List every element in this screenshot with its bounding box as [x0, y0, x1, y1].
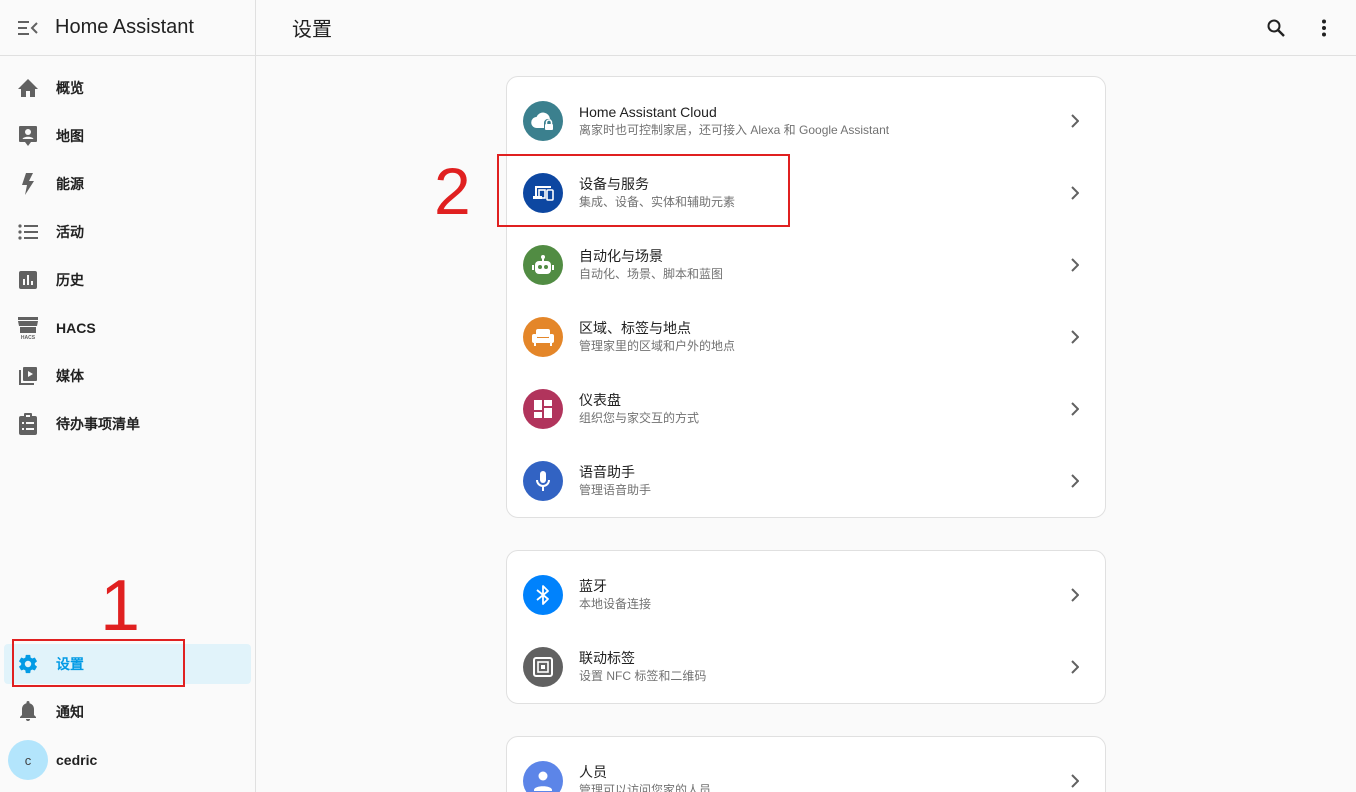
account-icon — [523, 761, 563, 792]
sidebar-item-label: 能源 — [56, 176, 84, 192]
settings-row-dashboards[interactable]: 仪表盘组织您与家交互的方式 — [507, 373, 1105, 445]
sidebar-item-energy[interactable]: 能源 — [0, 160, 255, 208]
chevron-right-icon — [1063, 469, 1087, 493]
sofa-icon — [523, 317, 563, 357]
user-name: cedric — [56, 752, 98, 768]
row-title: 区域、标签与地点 — [579, 320, 691, 336]
row-subtitle: 本地设备连接 — [579, 597, 652, 611]
sidebar-item-overview[interactable]: 概览 — [0, 64, 255, 112]
row-subtitle: 自动化、场景、脚本和蓝图 — [579, 267, 724, 281]
sidebar-item-todo[interactable]: 待办事项清单 — [0, 400, 255, 448]
page-title: 设置 — [292, 19, 332, 41]
settings-row-areas[interactable]: 区域、标签与地点管理家里的区域和户外的地点 — [507, 301, 1105, 373]
chevron-right-icon — [1063, 181, 1087, 205]
row-title: 蓝牙 — [579, 578, 607, 594]
app-title: Home Assistant — [55, 16, 194, 38]
sidebar-header: Home Assistant — [0, 0, 255, 56]
sidebar-item-label: 通知 — [56, 704, 84, 720]
map-account-icon — [16, 124, 40, 148]
annotation-step-1: 1 — [100, 566, 141, 646]
sidebar-item-label: 媒体 — [56, 368, 84, 384]
chevron-right-icon — [1063, 325, 1087, 349]
settings-card-main: Home Assistant Cloud 离家时也可控制家居，还可接入 Alexa… — [506, 76, 1106, 518]
annotation-box-devices — [497, 154, 790, 227]
bell-icon — [16, 700, 40, 724]
sidebar-item-media[interactable]: 媒体 — [0, 352, 255, 400]
settings-row-people[interactable]: 人员管理可以访问您家的人员 — [507, 745, 1105, 792]
row-title: 语音助手 — [579, 464, 635, 480]
sidebar-nav: 概览 地图 能源 活动 历史 HACS HACS 媒体 待办事项清单 — [0, 64, 255, 448]
row-subtitle: 管理家里的区域和户外的地点 — [579, 339, 736, 353]
bluetooth-icon — [523, 575, 563, 615]
avatar: c — [8, 740, 48, 780]
cloud-lock-icon — [523, 101, 563, 141]
row-subtitle: 管理可以访问您家的人员 — [579, 783, 712, 792]
sidebar-item-notifications[interactable]: 通知 — [0, 688, 255, 736]
lightning-bolt-icon — [16, 172, 40, 196]
sidebar-item-map[interactable]: 地图 — [0, 112, 255, 160]
row-subtitle: 设置 NFC 标签和二维码 — [579, 669, 707, 683]
top-bar: 设置 — [256, 0, 1356, 56]
play-box-multiple-icon — [16, 364, 40, 388]
nfc-tag-icon — [523, 647, 563, 687]
svg-text:HACS: HACS — [21, 335, 36, 340]
home-icon — [16, 76, 40, 100]
sidebar-item-logbook[interactable]: 活动 — [0, 208, 255, 256]
settings-row-bluetooth[interactable]: 蓝牙 本地设备连接 — [507, 559, 1105, 631]
sidebar-item-user[interactable]: c cedric — [0, 736, 255, 784]
sidebar-item-label: 待办事项清单 — [56, 416, 140, 432]
sidebar-item-label: HACS — [56, 320, 96, 336]
annotation-step-2: 2 — [434, 154, 471, 228]
dots-vertical-icon[interactable] — [1312, 16, 1336, 40]
sidebar-item-label: 历史 — [56, 272, 84, 288]
chevron-right-icon — [1063, 655, 1087, 679]
row-title: Home Assistant Cloud — [579, 104, 717, 120]
row-title: 自动化与场景 — [579, 248, 663, 264]
settings-row-automations[interactable]: 自动化与场景自动化、场景、脚本和蓝图 — [507, 229, 1105, 301]
annotation-box-settings — [12, 639, 185, 687]
row-subtitle: 离家时也可控制家居，还可接入 Alexa 和 Google Assistant — [579, 123, 890, 137]
settings-row-voice-assistants[interactable]: 语音助手管理语音助手 — [507, 445, 1105, 517]
format-list-bulleted-icon — [16, 220, 40, 244]
settings-card-connectivity: 蓝牙本地设备连接 联动标签设置 NFC 标签和二维码 — [506, 550, 1106, 704]
chevron-right-icon — [1063, 583, 1087, 607]
row-title: 联动标签 — [579, 650, 635, 666]
search-icon[interactable] — [1264, 16, 1288, 40]
hacs-icon: HACS — [16, 316, 40, 340]
menu-collapse-icon[interactable] — [16, 16, 40, 40]
microphone-icon — [523, 461, 563, 501]
chevron-right-icon — [1063, 253, 1087, 277]
clipboard-list-icon — [16, 412, 40, 436]
chart-box-icon — [16, 268, 40, 292]
settings-row-cloud[interactable]: Home Assistant Cloud 离家时也可控制家居，还可接入 Alexa… — [507, 85, 1105, 157]
row-subtitle: 管理语音助手 — [579, 483, 652, 497]
row-title: 人员 — [579, 764, 607, 780]
sidebar-item-label: 地图 — [56, 128, 84, 144]
row-subtitle: 组织您与家交互的方式 — [579, 411, 700, 425]
chevron-right-icon — [1063, 109, 1087, 133]
sidebar-item-history[interactable]: 历史 — [0, 256, 255, 304]
row-title: 仪表盘 — [579, 392, 621, 408]
settings-card-people: 人员管理可以访问您家的人员 — [506, 736, 1106, 792]
sidebar-item-hacs[interactable]: HACS HACS — [0, 304, 255, 352]
robot-icon — [523, 245, 563, 285]
view-dashboard-icon — [523, 389, 563, 429]
sidebar-item-label: 活动 — [56, 224, 84, 240]
chevron-right-icon — [1063, 397, 1087, 421]
settings-row-tags[interactable]: 联动标签设置 NFC 标签和二维码 — [507, 631, 1105, 703]
sidebar-item-label: 概览 — [56, 80, 84, 96]
chevron-right-icon — [1063, 769, 1087, 792]
